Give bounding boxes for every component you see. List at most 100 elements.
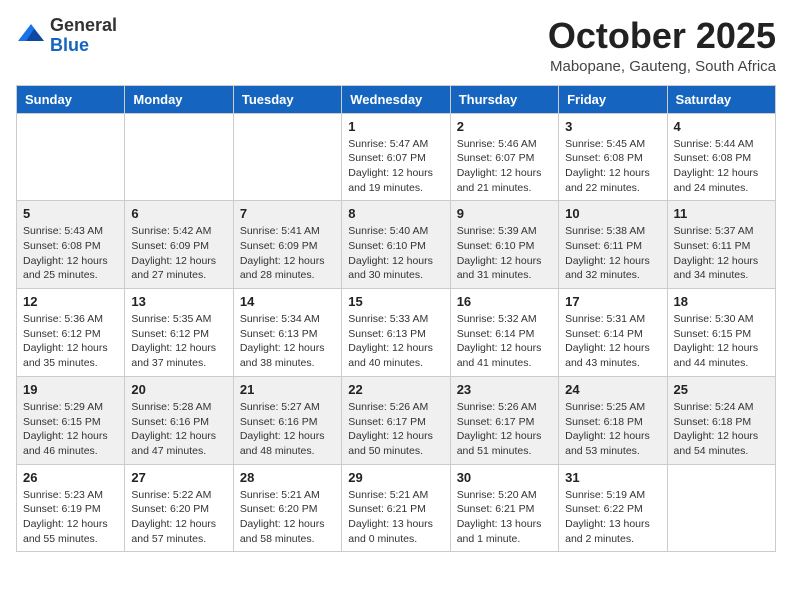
calendar-cell: 22 Sunrise: 5:26 AM Sunset: 6:17 PM Dayli… (342, 376, 450, 464)
day-info: Sunrise: 5:46 AM Sunset: 6:07 PM Dayligh… (457, 137, 552, 196)
day-info: Sunrise: 5:30 AM Sunset: 6:15 PM Dayligh… (674, 312, 769, 371)
column-header-wednesday: Wednesday (342, 85, 450, 113)
day-number: 4 (674, 119, 769, 134)
day-info: Sunrise: 5:35 AM Sunset: 6:12 PM Dayligh… (131, 312, 226, 371)
day-number: 9 (457, 206, 552, 221)
calendar-cell: 11 Sunrise: 5:37 AM Sunset: 6:11 PM Dayli… (667, 201, 775, 289)
day-number: 13 (131, 294, 226, 309)
day-number: 18 (674, 294, 769, 309)
calendar-cell: 10 Sunrise: 5:38 AM Sunset: 6:11 PM Dayli… (559, 201, 667, 289)
day-info: Sunrise: 5:28 AM Sunset: 6:16 PM Dayligh… (131, 400, 226, 459)
day-number: 26 (23, 470, 118, 485)
column-header-saturday: Saturday (667, 85, 775, 113)
logo-text: General Blue (50, 16, 117, 56)
day-info: Sunrise: 5:34 AM Sunset: 6:13 PM Dayligh… (240, 312, 335, 371)
day-info: Sunrise: 5:38 AM Sunset: 6:11 PM Dayligh… (565, 224, 660, 283)
calendar-week-4: 19 Sunrise: 5:29 AM Sunset: 6:15 PM Dayli… (17, 376, 776, 464)
day-info: Sunrise: 5:42 AM Sunset: 6:09 PM Dayligh… (131, 224, 226, 283)
calendar-cell: 18 Sunrise: 5:30 AM Sunset: 6:15 PM Dayli… (667, 289, 775, 377)
day-number: 20 (131, 382, 226, 397)
calendar-week-5: 26 Sunrise: 5:23 AM Sunset: 6:19 PM Dayli… (17, 464, 776, 552)
day-info: Sunrise: 5:24 AM Sunset: 6:18 PM Dayligh… (674, 400, 769, 459)
calendar-cell: 28 Sunrise: 5:21 AM Sunset: 6:20 PM Dayli… (233, 464, 341, 552)
logo-icon (16, 21, 46, 51)
day-info: Sunrise: 5:27 AM Sunset: 6:16 PM Dayligh… (240, 400, 335, 459)
day-info: Sunrise: 5:23 AM Sunset: 6:19 PM Dayligh… (23, 488, 118, 547)
column-header-monday: Monday (125, 85, 233, 113)
page-header: General Blue October 2025 Mabopane, Gaut… (16, 16, 776, 75)
day-number: 6 (131, 206, 226, 221)
day-number: 21 (240, 382, 335, 397)
column-header-sunday: Sunday (17, 85, 125, 113)
day-info: Sunrise: 5:19 AM Sunset: 6:22 PM Dayligh… (565, 488, 660, 547)
day-info: Sunrise: 5:41 AM Sunset: 6:09 PM Dayligh… (240, 224, 335, 283)
calendar-cell: 13 Sunrise: 5:35 AM Sunset: 6:12 PM Dayli… (125, 289, 233, 377)
calendar-cell: 2 Sunrise: 5:46 AM Sunset: 6:07 PM Daylig… (450, 113, 558, 201)
day-info: Sunrise: 5:39 AM Sunset: 6:10 PM Dayligh… (457, 224, 552, 283)
day-info: Sunrise: 5:40 AM Sunset: 6:10 PM Dayligh… (348, 224, 443, 283)
calendar-cell (667, 464, 775, 552)
calendar-cell: 27 Sunrise: 5:22 AM Sunset: 6:20 PM Dayli… (125, 464, 233, 552)
logo: General Blue (16, 16, 117, 56)
day-info: Sunrise: 5:32 AM Sunset: 6:14 PM Dayligh… (457, 312, 552, 371)
calendar-cell: 24 Sunrise: 5:25 AM Sunset: 6:18 PM Dayli… (559, 376, 667, 464)
day-info: Sunrise: 5:21 AM Sunset: 6:20 PM Dayligh… (240, 488, 335, 547)
calendar-cell: 15Sunrise: 5:33 AM Sunset: 6:13 PM Dayli… (342, 289, 450, 377)
day-info: Sunrise: 5:25 AM Sunset: 6:18 PM Dayligh… (565, 400, 660, 459)
column-header-friday: Friday (559, 85, 667, 113)
calendar-cell: 8 Sunrise: 5:40 AM Sunset: 6:10 PM Daylig… (342, 201, 450, 289)
calendar-cell: 16Sunrise: 5:32 AM Sunset: 6:14 PM Dayli… (450, 289, 558, 377)
calendar-cell: 26 Sunrise: 5:23 AM Sunset: 6:19 PM Dayli… (17, 464, 125, 552)
logo-blue: Blue (50, 35, 89, 55)
day-info: Sunrise: 5:45 AM Sunset: 6:08 PM Dayligh… (565, 137, 660, 196)
day-number: 10 (565, 206, 660, 221)
calendar-week-1: 1Sunrise: 5:47 AM Sunset: 6:07 PM Daylig… (17, 113, 776, 201)
day-info: Sunrise: 5:29 AM Sunset: 6:15 PM Dayligh… (23, 400, 118, 459)
location: Mabopane, Gauteng, South Africa (548, 58, 776, 75)
day-number: 31 (565, 470, 660, 485)
calendar-header-row: SundayMondayTuesdayWednesdayThursdayFrid… (17, 85, 776, 113)
day-number: 19 (23, 382, 118, 397)
calendar-cell: 4Sunrise: 5:44 AM Sunset: 6:08 PM Daylig… (667, 113, 775, 201)
day-number: 29 (348, 470, 443, 485)
day-number: 12 (23, 294, 118, 309)
calendar-week-2: 5 Sunrise: 5:43 AM Sunset: 6:08 PM Daylig… (17, 201, 776, 289)
day-number: 14 (240, 294, 335, 309)
day-info: Sunrise: 5:31 AM Sunset: 6:14 PM Dayligh… (565, 312, 660, 371)
day-info: Sunrise: 5:36 AM Sunset: 6:12 PM Dayligh… (23, 312, 118, 371)
calendar-cell: 31 Sunrise: 5:19 AM Sunset: 6:22 PM Dayli… (559, 464, 667, 552)
day-info: Sunrise: 5:37 AM Sunset: 6:11 PM Dayligh… (674, 224, 769, 283)
day-number: 2 (457, 119, 552, 134)
calendar-cell: 3Sunrise: 5:45 AM Sunset: 6:08 PM Daylig… (559, 113, 667, 201)
title-block: October 2025 Mabopane, Gauteng, South Af… (548, 16, 776, 75)
calendar-cell: 23Sunrise: 5:26 AM Sunset: 6:17 PM Dayli… (450, 376, 558, 464)
day-number: 11 (674, 206, 769, 221)
column-header-tuesday: Tuesday (233, 85, 341, 113)
day-number: 24 (565, 382, 660, 397)
column-header-thursday: Thursday (450, 85, 558, 113)
calendar-cell: 5 Sunrise: 5:43 AM Sunset: 6:08 PM Daylig… (17, 201, 125, 289)
day-number: 28 (240, 470, 335, 485)
day-number: 17 (565, 294, 660, 309)
day-number: 1 (348, 119, 443, 134)
calendar-cell: 19 Sunrise: 5:29 AM Sunset: 6:15 PM Dayli… (17, 376, 125, 464)
day-info: Sunrise: 5:26 AM Sunset: 6:17 PM Dayligh… (348, 400, 443, 459)
day-number: 15 (348, 294, 443, 309)
calendar-cell (17, 113, 125, 201)
day-number: 27 (131, 470, 226, 485)
calendar-cell (125, 113, 233, 201)
day-info: Sunrise: 5:43 AM Sunset: 6:08 PM Dayligh… (23, 224, 118, 283)
calendar-week-3: 12 Sunrise: 5:36 AM Sunset: 6:12 PM Dayli… (17, 289, 776, 377)
day-number: 22 (348, 382, 443, 397)
calendar-cell: 9 Sunrise: 5:39 AM Sunset: 6:10 PM Daylig… (450, 201, 558, 289)
day-number: 8 (348, 206, 443, 221)
calendar-cell: 17 Sunrise: 5:31 AM Sunset: 6:14 PM Dayli… (559, 289, 667, 377)
day-number: 25 (674, 382, 769, 397)
day-info: Sunrise: 5:26 AM Sunset: 6:17 PM Dayligh… (457, 400, 552, 459)
day-info: Sunrise: 5:22 AM Sunset: 6:20 PM Dayligh… (131, 488, 226, 547)
day-number: 5 (23, 206, 118, 221)
calendar-cell: 30Sunrise: 5:20 AM Sunset: 6:21 PM Dayli… (450, 464, 558, 552)
day-info: Sunrise: 5:20 AM Sunset: 6:21 PM Dayligh… (457, 488, 552, 547)
day-number: 7 (240, 206, 335, 221)
calendar-cell: 14 Sunrise: 5:34 AM Sunset: 6:13 PM Dayli… (233, 289, 341, 377)
